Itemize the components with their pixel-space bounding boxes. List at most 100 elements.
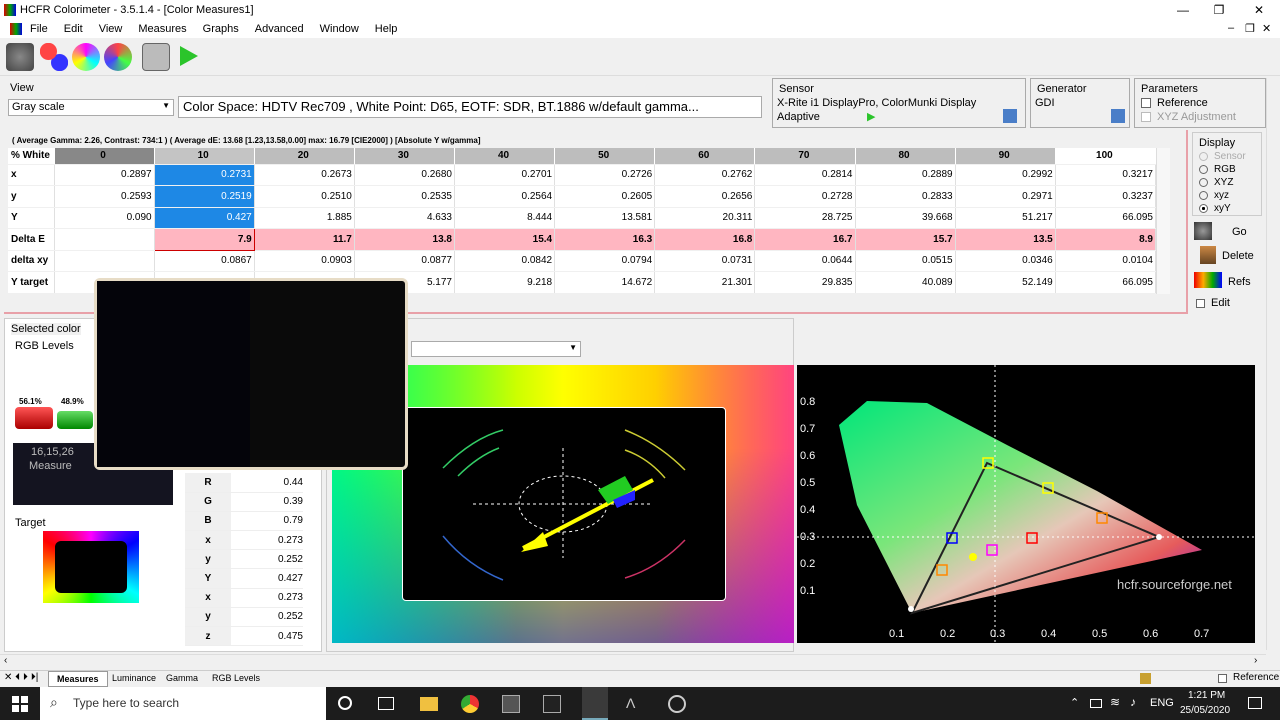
radio-sensor[interactable] [1199,152,1208,161]
table-cell[interactable] [54,250,155,272]
language-indicator[interactable]: ENG [1150,697,1174,709]
table-cell[interactable]: 20.311 [654,207,756,229]
saturation-icon[interactable] [104,43,132,71]
menu-window[interactable]: Window [312,23,367,35]
menu-edit[interactable]: Edit [56,23,91,35]
table-cell[interactable]: 0.2992 [955,164,1056,186]
play-icon[interactable] [180,46,198,66]
table-cell[interactable]: 0.2656 [654,185,756,208]
table-cell[interactable]: 11.7 [254,228,355,251]
menu-file[interactable]: File [22,23,56,35]
table-cell[interactable]: 16.8 [654,228,756,251]
column-header[interactable]: % White [8,148,55,165]
column-header[interactable]: 30 [354,148,456,165]
radio-xyy[interactable] [1199,204,1208,213]
menu-view[interactable]: View [91,23,131,35]
radio-xyz[interactable] [1199,178,1208,187]
table-cell[interactable]: 0.090 [54,207,155,229]
go-button[interactable]: Go [1232,226,1247,238]
table-cell[interactable]: 0.2680 [354,164,456,186]
table-cell[interactable] [54,228,155,251]
table-cell[interactable]: 28.725 [754,207,856,229]
table-cell[interactable]: 13.581 [554,207,656,229]
hcfr-taskbar-icon[interactable] [582,687,608,720]
main-scrollbar[interactable] [1266,78,1278,650]
horizontal-scrollbar[interactable]: ‹ › [0,654,1266,668]
column-header[interactable]: 80 [855,148,956,165]
table-cell[interactable]: 0.2726 [554,164,656,186]
table-cell[interactable]: 0.2564 [454,185,556,208]
table-cell[interactable]: 0.2673 [254,164,355,186]
table-cell[interactable]: 0.2897 [54,164,155,186]
delete-icon[interactable] [1200,246,1216,264]
table-cell[interactable]: 0.3217 [1055,164,1157,186]
status-reference-checkbox[interactable] [1218,674,1227,683]
tab-measures[interactable]: Measures [48,671,108,687]
table-cell[interactable]: 15.4 [454,228,556,251]
vectorscope-select[interactable]: ▼ [411,341,581,357]
file-explorer-icon[interactable] [420,697,438,711]
table-cell[interactable]: 40.089 [855,271,956,294]
cortana-icon[interactable] [338,696,352,710]
generator-config-icon[interactable] [1111,109,1125,123]
sensor-icon[interactable] [6,43,34,71]
table-cell[interactable]: 13.8 [354,228,456,251]
column-header[interactable]: 100 [1055,148,1157,165]
table-cell[interactable]: 0.0903 [254,250,355,272]
tray-chevron-icon[interactable]: ⌃ [1070,696,1079,709]
edit-checkbox[interactable] [1196,299,1205,308]
table-cell[interactable]: 0.0794 [554,250,656,272]
tab-luminance[interactable]: Luminance [104,671,164,687]
camera-icon[interactable] [142,43,170,71]
table-cell[interactable]: 15.7 [855,228,956,251]
table-cell[interactable]: 66.095 [1055,207,1157,229]
app-icon-1[interactable] [502,695,520,713]
table-cell[interactable]: 39.668 [855,207,956,229]
table-cell[interactable]: 52.149 [955,271,1056,294]
clock-time[interactable]: 1:21 PM [1188,690,1225,701]
table-cell[interactable]: 0.3237 [1055,185,1157,208]
table-cell[interactable]: 0.2605 [554,185,656,208]
table-cell[interactable]: 8.444 [454,207,556,229]
table-scrollbar[interactable] [1156,148,1170,294]
table-cell[interactable]: 0.2814 [754,164,856,186]
table-cell[interactable]: 0.0877 [354,250,456,272]
refs-icon[interactable] [1194,272,1222,288]
table-cell[interactable]: 0.0515 [855,250,956,272]
battery-icon[interactable] [1090,699,1102,708]
table-cell[interactable]: 1.885 [254,207,355,229]
tab-gamma[interactable]: Gamma [158,671,206,687]
primary-colors-icon[interactable] [40,43,68,71]
table-cell[interactable]: 14.672 [554,271,656,294]
go-icon[interactable] [1194,222,1212,240]
menu-graphs[interactable]: Graphs [195,23,247,35]
delete-button[interactable]: Delete [1222,250,1254,262]
table-cell[interactable]: 21.301 [654,271,756,294]
table-cell[interactable]: 0.0867 [154,250,255,272]
table-cell[interactable]: 0.0104 [1055,250,1157,272]
windows-start-icon[interactable] [12,696,28,712]
play-small-icon[interactable]: ▶ [867,110,875,123]
column-header[interactable]: 40 [454,148,556,165]
scroll-right-icon[interactable]: › [1254,655,1257,666]
menu-help[interactable]: Help [367,23,406,35]
table-cell[interactable]: 0.2728 [754,185,856,208]
search-box[interactable]: ⌕ Type here to search [40,687,326,720]
table-cell[interactable]: 16.3 [554,228,656,251]
task-view-icon[interactable] [378,697,394,710]
table-cell[interactable]: 9.218 [454,271,556,294]
table-cell[interactable]: 29.835 [754,271,856,294]
maximize-button[interactable]: ❐ [1200,0,1238,20]
table-cell[interactable]: 0.2510 [254,185,355,208]
column-header[interactable]: 10 [154,148,255,165]
table-cell[interactable]: 0.2762 [654,164,756,186]
app-icon-3[interactable] [668,695,686,713]
radio-xyz-small[interactable] [1199,191,1208,200]
table-cell-selected[interactable]: 0.2731 [154,164,255,186]
table-cell[interactable]: 4.633 [354,207,456,229]
column-header[interactable]: 20 [254,148,355,165]
column-header[interactable]: 0 [54,148,155,165]
wifi-icon[interactable]: ≋ [1110,695,1120,709]
table-cell[interactable]: 66.095 [1055,271,1157,294]
table-cell[interactable]: 51.217 [955,207,1056,229]
